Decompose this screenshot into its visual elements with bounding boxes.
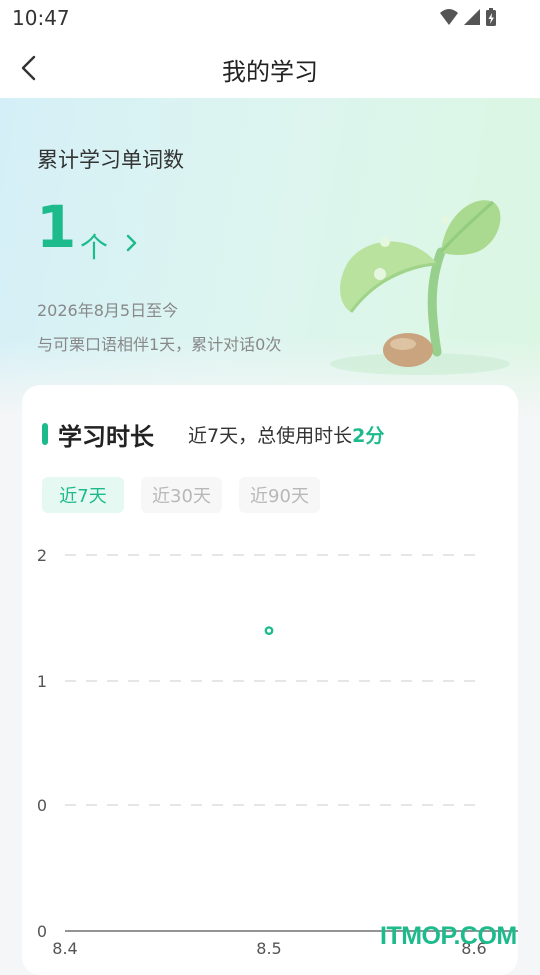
study-time-card: 学习时长 近7天，总使用时长2分 近7天 近30天 近90天 2 1 0 0 8.4 8.…: [22, 385, 518, 975]
x-tick-label: 8.5: [256, 939, 281, 958]
x-tick-label: 8.4: [52, 939, 77, 958]
companion-description: 与可栗口语相伴1天，累计对话0次: [37, 335, 282, 354]
word-count-unit[interactable]: 个: [80, 226, 108, 266]
y-tick-label: 0: [37, 796, 47, 815]
study-time-summary-prefix: 近7天，总使用时长: [188, 425, 353, 447]
data-point: [264, 626, 274, 636]
y-tick-label: 1: [37, 672, 47, 691]
top-nav-bar: 我的学习: [0, 36, 540, 98]
y-tick-label: 2: [37, 546, 47, 565]
study-time-chart: 21008.4 8.5 8.6: [37, 546, 518, 958]
study-time-total: 2分: [352, 425, 385, 447]
tab-30-days[interactable]: 近30天: [141, 477, 222, 513]
cell-signal-icon: [464, 9, 480, 25]
status-bar: 10:47: [0, 0, 540, 36]
y-tick-label: 0: [37, 922, 47, 941]
chevron-right-icon[interactable]: [124, 231, 140, 255]
battery-icon: [486, 8, 496, 26]
watermark-logo: ITMOP.COM: [380, 922, 517, 950]
study-time-summary: 近7天，总使用时长2分: [188, 421, 384, 448]
tab-7-days[interactable]: 近7天: [42, 477, 124, 513]
word-count-value[interactable]: 1: [36, 198, 76, 256]
page-title: 我的学习: [222, 58, 318, 86]
sprout-illustration: [330, 200, 510, 375]
word-count-title: 累计学习单词数: [37, 148, 184, 172]
wifi-icon: [440, 9, 458, 25]
tab-90-days[interactable]: 近90天: [239, 477, 320, 513]
section-accent-bar: [42, 423, 48, 445]
status-icons: [440, 8, 496, 26]
status-time: 10:47: [12, 6, 70, 30]
learning-summary-panel: 累计学习单词数 1 个 2026年8月5日至今 与可栗口语相伴1天，累计对话0次: [0, 98, 540, 418]
date-range: 2026年8月5日至今: [37, 301, 179, 320]
study-time-title: 学习时长: [58, 423, 154, 451]
